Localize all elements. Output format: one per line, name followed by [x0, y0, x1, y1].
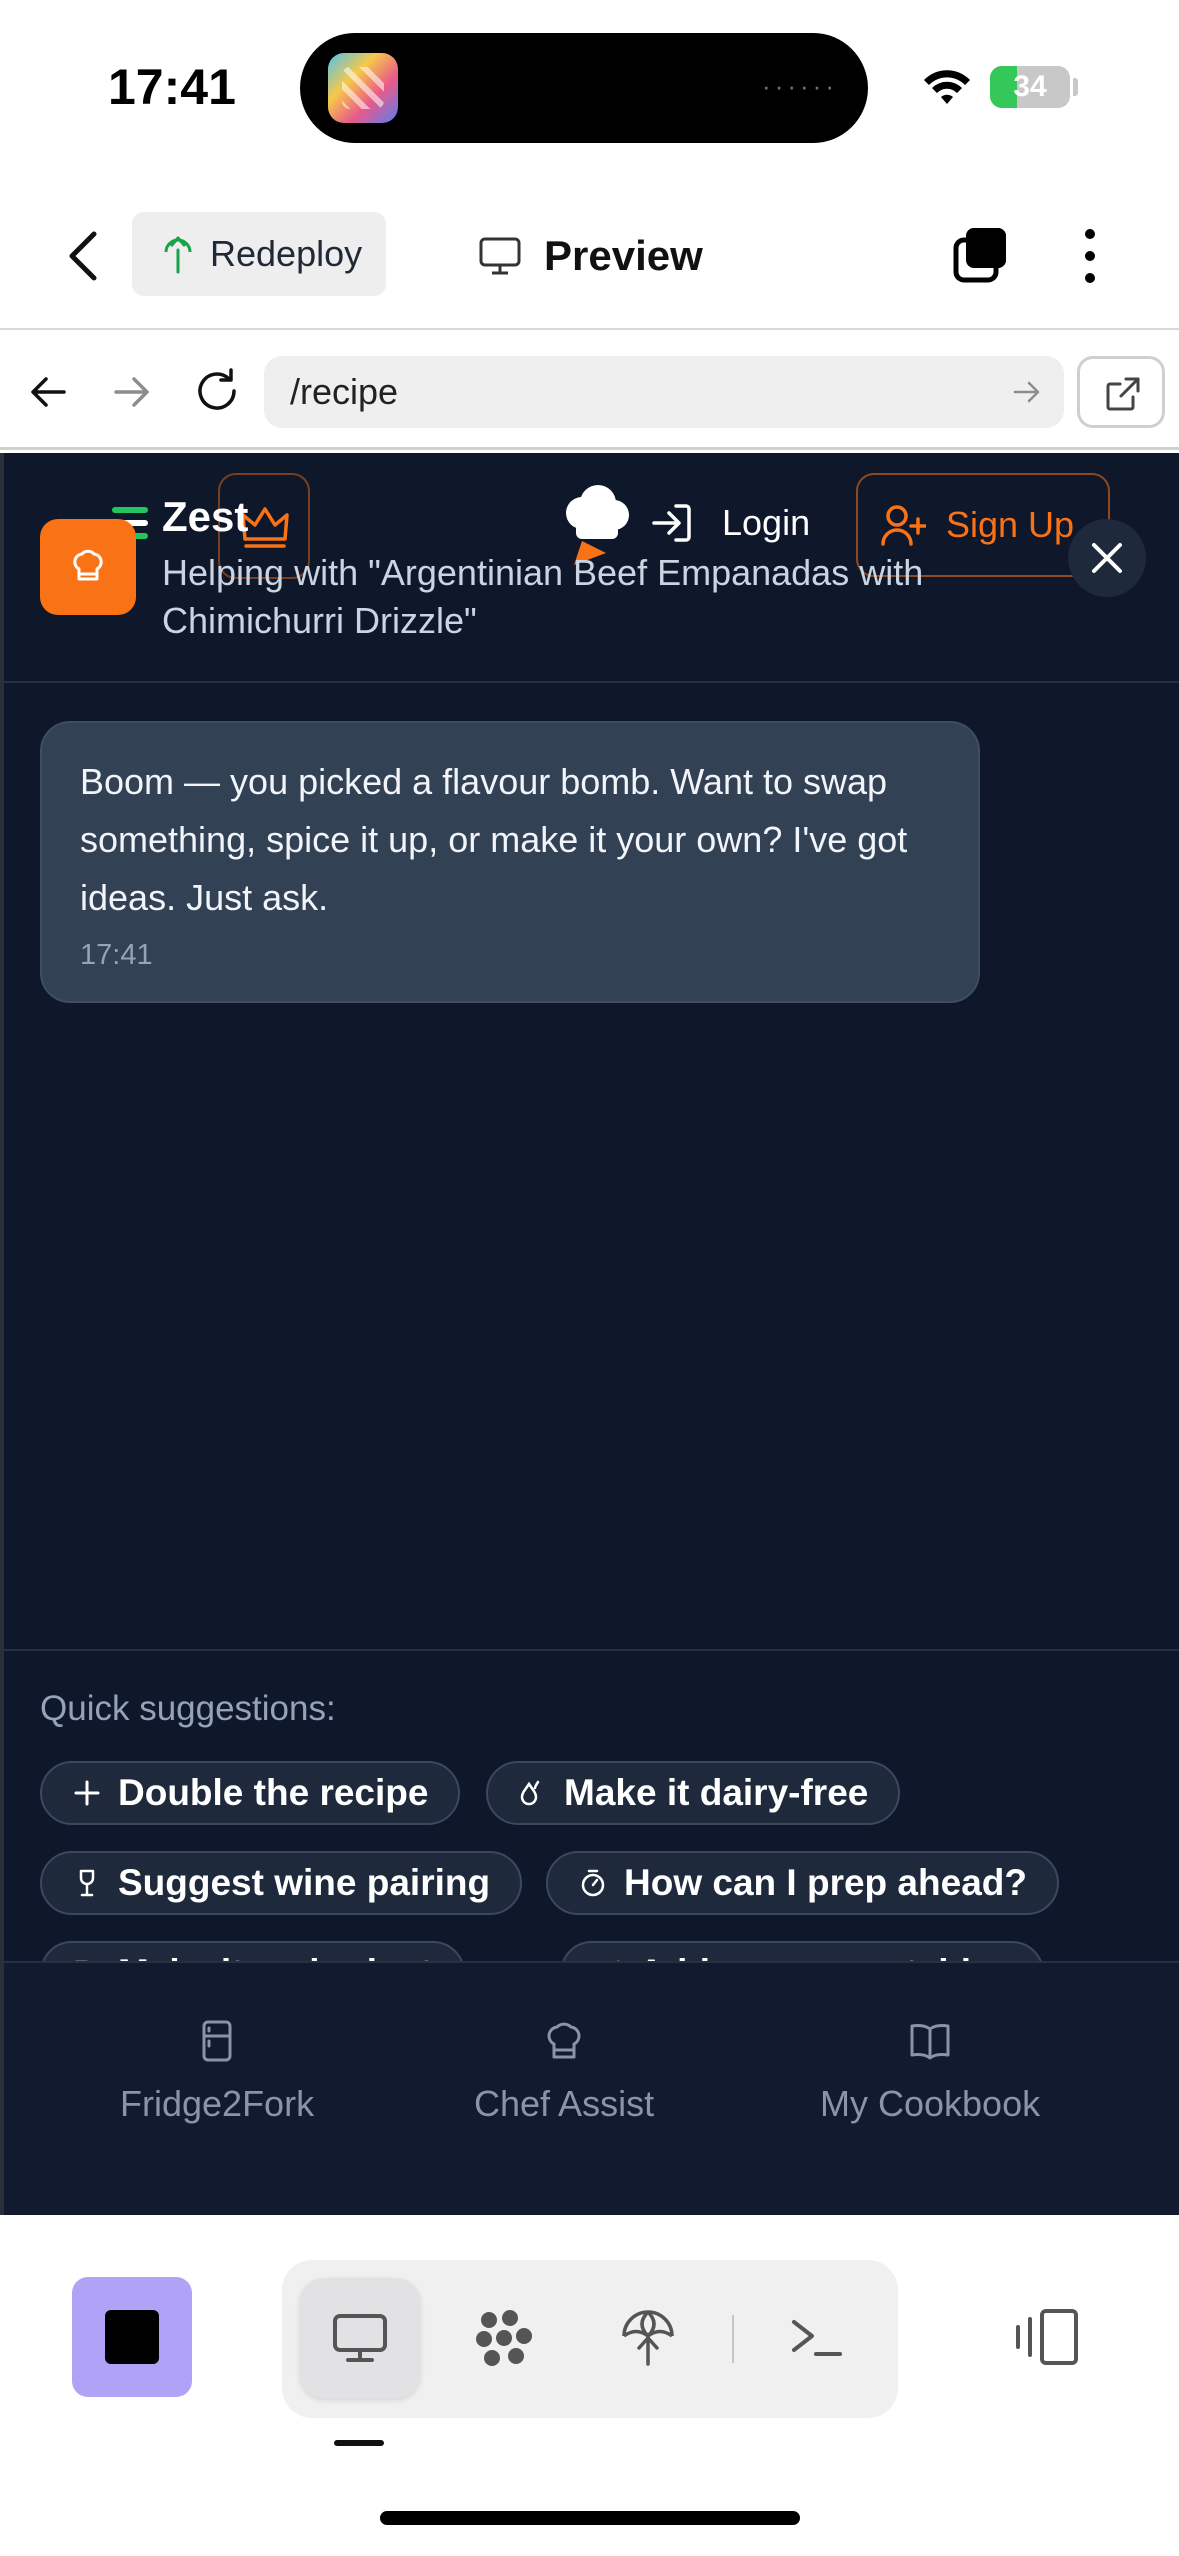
url-bar: /recipe: [0, 332, 1179, 450]
view-switcher: [282, 2260, 898, 2418]
nav-label: Chef Assist: [474, 2083, 655, 2124]
droplet-icon: [520, 1780, 540, 1806]
nav-label: My Cookbook: [820, 2083, 1041, 2124]
suggestion-label: How can I prep ahead?: [624, 1862, 1027, 1903]
message-time: 17:41: [80, 939, 153, 971]
active-view-indicator: [334, 2440, 384, 2446]
console-view-button[interactable]: [756, 2278, 876, 2398]
more-vertical-icon[interactable]: [1070, 224, 1110, 288]
suggestion-chip[interactable]: Double the recipe: [40, 1761, 461, 1825]
sign-up-label: Sign Up: [946, 504, 1075, 545]
bottom-nav: Fridge2Fork Chef Assist My Cookbook: [4, 1961, 1179, 2215]
reload-icon[interactable]: [192, 366, 242, 416]
divider: [732, 2315, 734, 2363]
external-link-icon: [1106, 377, 1140, 411]
monitor-icon: [479, 237, 521, 275]
split-panel-icon[interactable]: [1010, 2307, 1080, 2367]
close-button[interactable]: [1068, 519, 1146, 597]
url-input[interactable]: /recipe: [264, 356, 1064, 428]
battery-nub: [1073, 78, 1078, 96]
divider: [4, 681, 1179, 683]
login-icon: [652, 504, 691, 542]
login-button[interactable]: Login: [650, 501, 810, 545]
quick-suggestions: Quick suggestions: Double the recipe Mak…: [4, 1649, 1179, 2005]
close-icon: [1092, 543, 1122, 573]
suggestion-chip[interactable]: Make it dairy-free: [486, 1761, 901, 1825]
deploy-globe-icon: [622, 2310, 674, 2366]
wine-icon: [79, 1869, 95, 1897]
assistant-avatar: [40, 519, 136, 615]
suggestion-label: Double the recipe: [118, 1772, 429, 1813]
nav-item-chef-assist[interactable]: Chef Assist: [474, 2019, 654, 2125]
battery-level: 34: [1013, 70, 1047, 103]
arrow-left-icon[interactable]: [26, 370, 70, 414]
battery-icon: 34: [990, 66, 1070, 108]
redeploy-label: Redeploy: [210, 233, 363, 274]
web-preview: Login Sign Up Zest Helping with "Argenti…: [0, 453, 1179, 2215]
assistant-message: Boom — you picked a flavour bomb. Want t…: [40, 721, 980, 1003]
nav-item-my-cookbook[interactable]: My Cookbook: [820, 2019, 1040, 2125]
app-thumbnail-icon: [328, 53, 398, 123]
app-toolbar: Redeploy Preview: [0, 180, 1179, 330]
arrow-right-icon[interactable]: [110, 370, 154, 414]
fridge-icon: [202, 2020, 232, 2062]
assistant-subtitle: Helping with "Argentinian Beef Empanadas…: [162, 552, 924, 641]
activity-dots-icon: ······: [762, 71, 838, 101]
stop-button[interactable]: [72, 2277, 192, 2397]
book-icon: [910, 2023, 950, 2060]
go-arrow-icon[interactable]: [1012, 378, 1042, 406]
bottom-dock: [0, 2215, 1179, 2556]
terminal-icon: [792, 2320, 842, 2356]
login-label: Login: [722, 502, 811, 543]
wifi-icon: [924, 70, 970, 104]
dynamic-island: ······: [300, 33, 868, 143]
timer-icon: [581, 1869, 605, 1897]
tabs-icon[interactable]: [950, 224, 1014, 288]
status-time: 17:41: [108, 59, 236, 115]
stop-icon: [105, 2310, 159, 2364]
suggestion-label: Make it dairy-free: [564, 1772, 869, 1813]
suggestion-chip[interactable]: How can I prep ahead?: [546, 1851, 1059, 1915]
assistant-name: Zest: [162, 493, 249, 540]
url-text: /recipe: [290, 371, 399, 412]
open-external-button[interactable]: [1077, 356, 1165, 428]
back-chevron-icon[interactable]: [60, 226, 110, 286]
chef-hat-icon: [547, 2022, 581, 2059]
deploy-tree-icon: [164, 236, 192, 274]
preview-view-button[interactable]: [300, 2278, 420, 2398]
cluster-icon: [476, 2310, 532, 2366]
preview-tab[interactable]: Preview: [478, 224, 703, 288]
user-plus-icon: [881, 505, 926, 546]
monitor-icon: [333, 2314, 387, 2362]
home-indicator[interactable]: [380, 2511, 800, 2525]
preview-label: Preview: [544, 232, 703, 279]
chef-hat-icon: [73, 549, 103, 581]
suggestion-chip[interactable]: Suggest wine pairing: [40, 1851, 523, 1915]
message-text: Boom — you picked a flavour bomb. Want t…: [80, 761, 908, 918]
status-bar: 17:41 ······ 34: [0, 0, 1179, 180]
suggestion-label: Suggest wine pairing: [118, 1862, 491, 1903]
nav-item-fridge2fork[interactable]: Fridge2Fork: [120, 2019, 314, 2125]
quick-suggestions-title: Quick suggestions:: [40, 1689, 336, 1728]
redeploy-button[interactable]: Redeploy: [132, 212, 386, 296]
graph-view-button[interactable]: [444, 2278, 564, 2398]
plus-icon: [74, 1780, 100, 1806]
deploy-view-button[interactable]: [588, 2278, 708, 2398]
nav-label: Fridge2Fork: [120, 2083, 315, 2124]
